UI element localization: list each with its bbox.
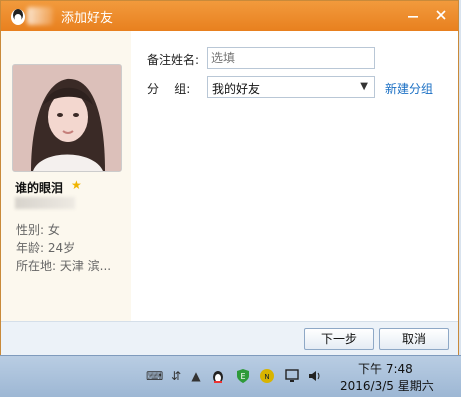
clock-date[interactable]: 2016/3/5 星期六 xyxy=(340,377,434,394)
security-shield-icon[interactable]: E xyxy=(235,368,251,384)
clock-time[interactable]: 下午 7:48 xyxy=(358,360,413,377)
profile-location: 所在地: 天津 滨... xyxy=(16,259,112,273)
network-icon[interactable] xyxy=(284,368,300,384)
profile-panel: 谁的眼泪 ★ 性别: 女 年龄: 24岁 所在地: 天津 滨... xyxy=(1,31,131,321)
cancel-button[interactable]: 取消 xyxy=(379,328,449,350)
chevron-down-icon: ▼ xyxy=(360,81,368,92)
show-hidden-icons-icon[interactable]: ▲ xyxy=(188,368,204,384)
qq-tray-icon[interactable] xyxy=(210,368,226,384)
close-icon xyxy=(436,10,446,20)
profile-gender: 性别: 女 xyxy=(16,223,60,237)
remark-name-input[interactable] xyxy=(207,47,375,69)
blurred-account-id xyxy=(15,197,75,209)
group-select-value: 我的好友 xyxy=(212,82,261,96)
keyboard-icon[interactable]: ⌨ xyxy=(146,368,163,384)
network-monitor-icon[interactable]: N xyxy=(259,368,275,384)
blurred-title-area xyxy=(27,7,53,25)
svg-text:E: E xyxy=(240,372,245,381)
new-group-link[interactable]: 新建分组 xyxy=(385,80,433,97)
profile-nickname: 谁的眼泪 xyxy=(15,181,64,195)
minimize-button[interactable] xyxy=(402,5,424,27)
qq-penguin-icon xyxy=(11,9,25,25)
close-button[interactable] xyxy=(430,5,452,27)
volume-icon[interactable] xyxy=(307,368,323,384)
next-button[interactable]: 下一步 xyxy=(304,328,374,350)
language-switch-icon[interactable]: ⇵ xyxy=(168,368,184,384)
taskbar: ⌨ ⇵ ▲ E N 下午 7:48 2016/3/5 星期六 xyxy=(0,355,461,397)
svg-text:N: N xyxy=(264,373,269,381)
add-friend-dialog: 添加好友 谁的眼泪 ★ 性别: 女 年龄: 24岁 所在地: 天津 滨... 备… xyxy=(0,0,459,355)
avatar-photo xyxy=(13,65,121,171)
star-icon: ★ xyxy=(71,178,82,192)
group-label: 分 组: xyxy=(147,82,191,96)
window-title: 添加好友 xyxy=(61,11,114,26)
avatar[interactable] xyxy=(12,64,122,172)
minimize-icon xyxy=(408,16,418,18)
title-bar[interactable]: 添加好友 xyxy=(1,1,458,31)
profile-age: 年龄: 24岁 xyxy=(16,241,76,255)
remark-name-label: 备注姓名: xyxy=(147,53,200,67)
dialog-footer: 下一步 取消 xyxy=(1,321,458,355)
group-select[interactable]: 我的好友 ▼ xyxy=(207,76,375,98)
